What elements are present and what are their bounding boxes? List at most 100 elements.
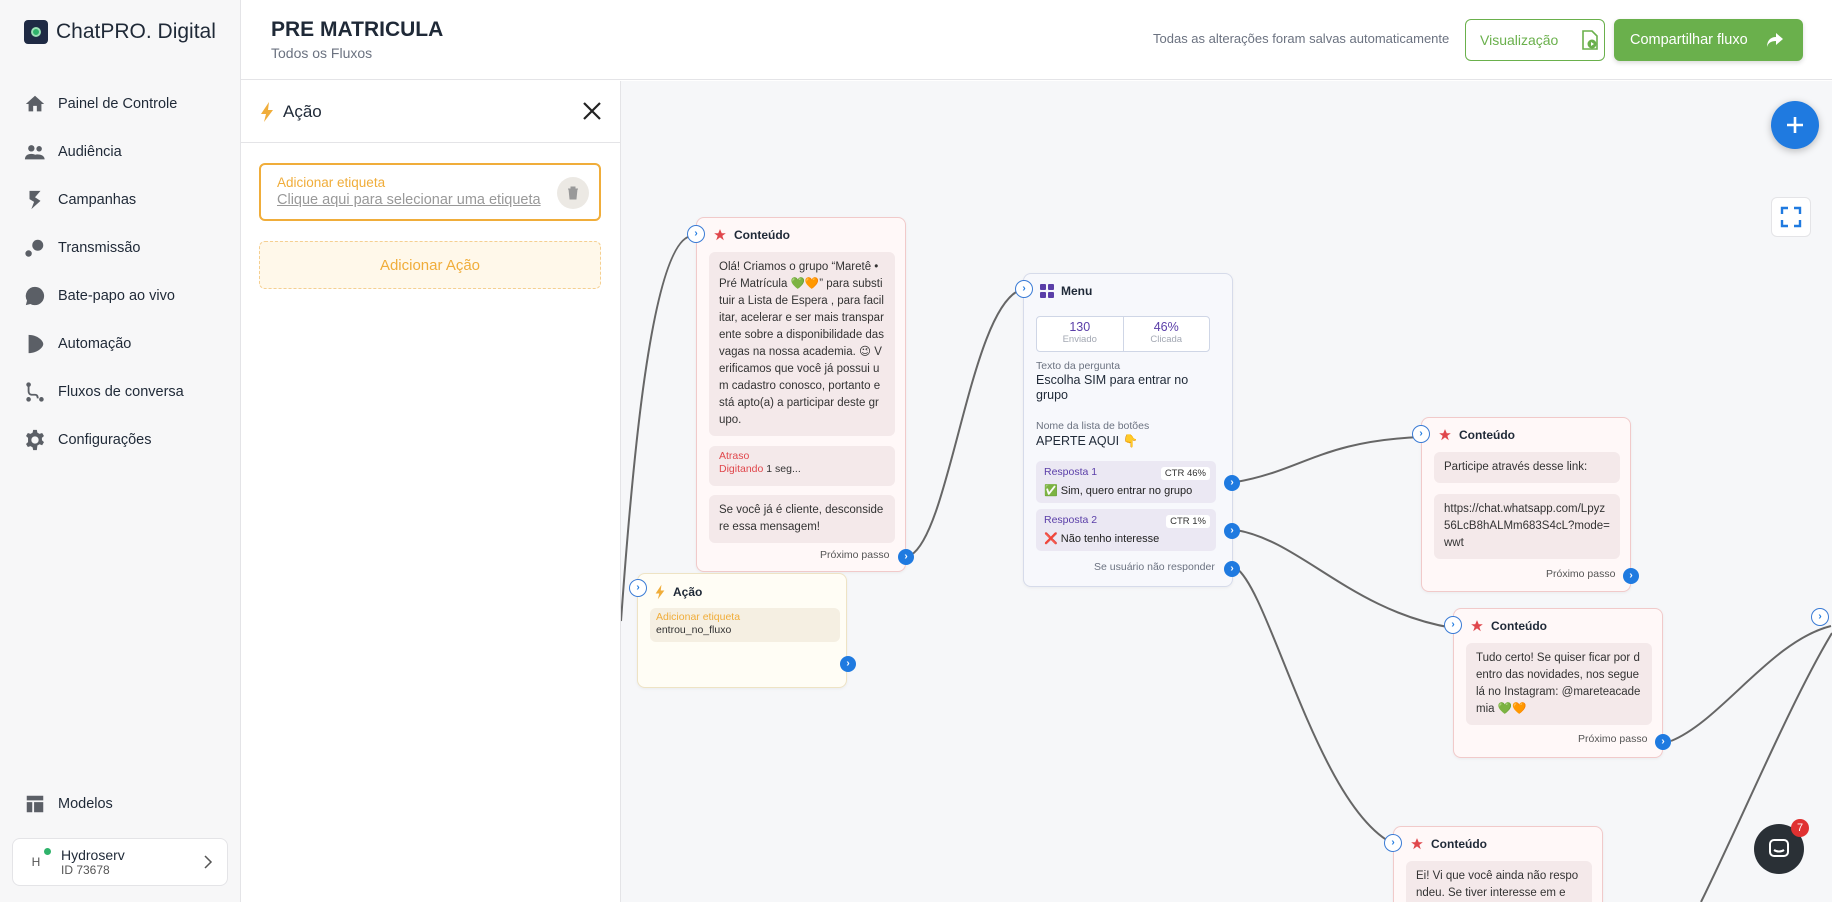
content-node-2[interactable]: › Conteúdo Participe através desse link:…	[1412, 417, 1639, 592]
action-panel-title: Ação	[283, 101, 322, 121]
sidebar-bottom: Modelos	[24, 780, 113, 828]
offscreen-node-input-port[interactable]: ›	[1811, 608, 1829, 626]
output-port[interactable]: ›	[1623, 568, 1639, 584]
edge-menu-content4	[1235, 567, 1402, 848]
response-text: ✅ Sim, quero entrar no grupo	[1044, 485, 1193, 497]
chat-icon	[24, 285, 46, 307]
message-bubble-2: Se você já é cliente, desconsidere essa …	[709, 495, 895, 543]
close-icon[interactable]	[580, 99, 604, 123]
edge-content1-menu	[910, 288, 1024, 556]
node-title: Conteúdo	[734, 228, 790, 242]
trash-icon	[568, 186, 578, 200]
add-tag-field[interactable]: Adicionar etiqueta Clique aqui para sele…	[259, 163, 601, 221]
sidebar-item-configuracoes[interactable]: Configurações	[24, 416, 184, 464]
broadcast-icon	[24, 237, 46, 259]
home-icon	[24, 93, 46, 115]
sidebar-item-fluxos[interactable]: Fluxos de conversa	[24, 368, 184, 416]
flow-canvas[interactable]: › Conteúdo Olá! Criamos o grupo “Maretê …	[621, 81, 1832, 902]
input-port[interactable]: ›	[1384, 834, 1402, 852]
next-step-label: Próximo passo	[1578, 733, 1648, 745]
add-node-button[interactable]	[1771, 101, 1819, 149]
delay-value: 1 seg...	[766, 463, 801, 475]
sidebar-item-campanhas[interactable]: Campanhas	[24, 176, 184, 224]
sidebar-item-label: Painel de Controle	[58, 96, 178, 112]
input-port[interactable]: ›	[1444, 616, 1462, 634]
next-step-label: Próximo passo	[1546, 568, 1616, 580]
node-header: Conteúdo	[713, 228, 790, 242]
message-bubble: Ei! Vi que você ainda não respondeu. Se …	[1406, 861, 1592, 902]
delay-label: Digitando	[719, 463, 764, 475]
node-title: Ação	[673, 585, 703, 599]
response-label: Resposta 2	[1044, 514, 1098, 526]
clicked-label: Clicada	[1150, 334, 1183, 345]
sidebar-item-bate-papo[interactable]: Bate-papo ao vivo	[24, 272, 184, 320]
input-port[interactable]: ›	[629, 579, 647, 597]
sidebar-item-label: Campanhas	[58, 192, 137, 208]
delay-title: Atraso	[719, 450, 750, 462]
input-port[interactable]: ›	[1015, 280, 1033, 298]
content-node-1[interactable]: › Conteúdo Olá! Criamos o grupo “Maretê …	[687, 217, 914, 572]
node-title: Menu	[1061, 284, 1093, 298]
account-switcher[interactable]: H Hydroserv ID 73678	[12, 838, 228, 886]
sidebar-item-modelos[interactable]: Modelos	[24, 780, 113, 828]
preview-button-label: Visualização	[1480, 32, 1559, 48]
brand-name: ChatPRO. Digital	[56, 20, 216, 43]
online-status-dot	[44, 848, 51, 855]
edge-content3-next	[1670, 625, 1832, 742]
star-icon	[1471, 620, 1483, 632]
share-icon	[1766, 33, 1783, 47]
no-reply-label: Se usuário não responder	[1094, 561, 1215, 573]
preview-button[interactable]: Visualização	[1465, 19, 1605, 61]
edge-start-content1	[621, 234, 695, 622]
message-bubble: Olá! Criamos o grupo “Maretê • Pré Matrí…	[709, 252, 895, 436]
sidebar-item-painel[interactable]: Painel de Controle	[24, 80, 184, 128]
brand-logo-icon	[24, 20, 48, 44]
list-name: APERTE AQUI 👇	[1036, 434, 1139, 448]
chat-support-icon	[1769, 839, 1789, 857]
support-chat-button[interactable]: 7	[1754, 819, 1809, 874]
tag-bubble: Adicionar etiqueta entrou_no_fluxo	[650, 608, 840, 642]
sidebar-item-transmissao[interactable]: Transmissão	[24, 224, 184, 272]
brand[interactable]: ChatPRO. Digital	[24, 20, 216, 44]
breadcrumb[interactable]: Todos os Fluxos	[271, 45, 372, 61]
flow-icon	[24, 381, 46, 403]
sidebar-item-audiencia[interactable]: Audiência	[24, 128, 184, 176]
fit-view-button[interactable]	[1771, 197, 1811, 237]
link-bubble[interactable]: https://chat.whatsapp.com/Lpyz56LcB8hALM…	[1434, 494, 1620, 559]
header: PRE MATRICULA Todos os Fluxos Todas as a…	[241, 0, 1832, 80]
action-panel-header: Ação	[241, 81, 620, 143]
sidebar-item-label: Transmissão	[58, 240, 141, 256]
sidebar-item-automacao[interactable]: Automação	[24, 320, 184, 368]
output-port-no-reply[interactable]: ›	[1224, 561, 1240, 577]
expand-icon	[1780, 206, 1802, 228]
input-port[interactable]: ›	[687, 225, 705, 243]
input-port[interactable]: ›	[1412, 425, 1430, 443]
ctr-badge: CTR 1%	[1166, 515, 1210, 528]
response-1[interactable]: Resposta 1 CTR 46% ✅ Sim, quero entrar n…	[1036, 461, 1216, 503]
content-node-3[interactable]: › Conteúdo Tudo certo! Se quiser ficar p…	[1444, 608, 1671, 758]
account-id: ID 73678	[61, 863, 110, 877]
action-node[interactable]: › Ação Adicionar etiqueta entrou_no_flux…	[629, 573, 856, 688]
menu-node[interactable]: › Menu 130 Enviado 46% Clicada Texto da pe…	[1015, 273, 1240, 587]
output-port[interactable]: ›	[840, 656, 856, 672]
response-2[interactable]: Resposta 2 CTR 1% ❌ Não tenho interesse	[1036, 509, 1216, 551]
unread-badge: 7	[1791, 819, 1809, 837]
output-port[interactable]: ›	[898, 549, 914, 565]
menu-stats: 130 Enviado 46% Clicada	[1036, 316, 1210, 352]
add-action-button[interactable]: Adicionar Ação	[259, 241, 601, 289]
output-port-response-1[interactable]: ›	[1224, 475, 1240, 491]
share-flow-label: Compartilhar fluxo	[1630, 32, 1748, 48]
list-label: Nome da lista de botões	[1036, 420, 1150, 432]
node-header: Conteúdo	[1410, 837, 1487, 851]
message-bubble: Participe através desse link:	[1434, 452, 1620, 483]
delete-tag-button[interactable]	[557, 177, 589, 209]
sidebar-item-label: Fluxos de conversa	[58, 384, 184, 400]
share-flow-button[interactable]: Compartilhar fluxo	[1614, 19, 1803, 61]
output-port[interactable]: ›	[1655, 734, 1671, 750]
plus-icon	[1787, 117, 1803, 133]
page-title: PRE MATRICULA	[271, 18, 444, 41]
tag-select-input[interactable]: Clique aqui para selecionar uma etiqueta	[277, 192, 553, 208]
output-port-response-2[interactable]: ›	[1224, 523, 1240, 539]
star-icon	[1411, 838, 1423, 850]
content-node-4[interactable]: › Conteúdo Ei! Vi que você ainda não res…	[1384, 826, 1603, 902]
